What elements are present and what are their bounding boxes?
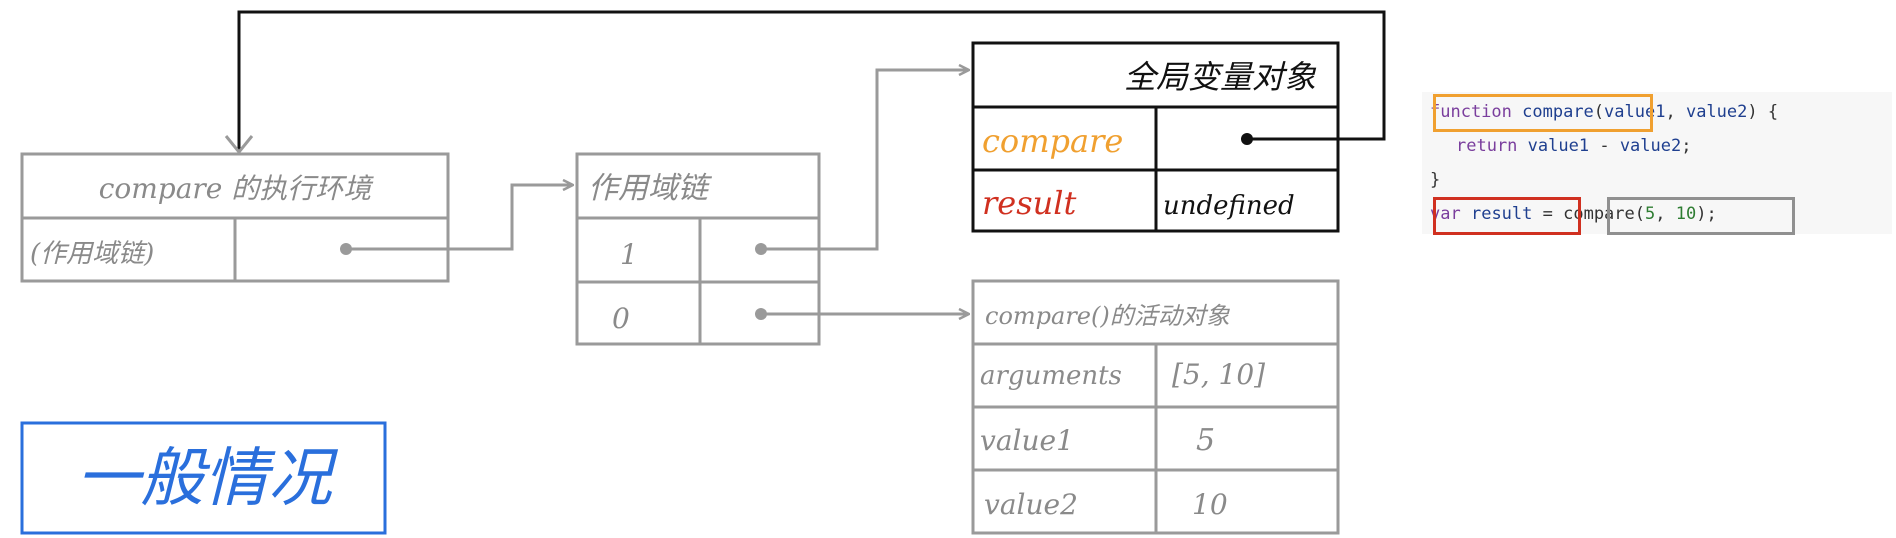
code-closing-brace: } [1430,170,1441,190]
highlight-function-compare [1433,94,1653,132]
activation-object-box: compare()的活动对象 arguments [5, 10] value1 … [971,279,1340,535]
activation-row-value1-name: value1 [980,424,1074,457]
diagram: compare 的执行环境 (作用域链) 作用域链 1 0 全局变量对象 com… [20,10,1386,535]
code-return-keyword: return [1456,136,1518,156]
code-param-value2: value2 [1685,102,1748,122]
caption-text: 一般情况 [76,442,339,516]
highlight-compare-call [1607,197,1795,235]
exec-context-row-label: (作用域链) [30,239,154,269]
scope-chain-index-0: 0 [612,302,630,335]
execution-context-box: compare 的执行环境 (作用域链) [20,152,450,283]
global-row-result-name: result [982,184,1077,222]
caption-box: 一般情况 [20,421,387,535]
activation-row-arguments-name: arguments [980,361,1122,391]
exec-context-title: compare 的执行环境 [99,172,375,205]
highlight-var-result [1433,197,1581,235]
activation-row-value2-name: value2 [984,488,1078,521]
global-object-title: 全局变量对象 [1124,58,1317,96]
activation-row-value1-value: 5 [1196,423,1215,458]
scope1-to-global-arrow [761,70,969,251]
scope-chain-index-1: 1 [620,238,638,271]
activation-object-title: compare()的活动对象 [985,302,1231,330]
global-variable-object-box: 全局变量对象 compare result undefined [971,41,1340,233]
code-return-b: value2 [1619,136,1682,156]
global-row-compare-name: compare [982,122,1123,160]
code-return-a: value1 [1527,136,1590,156]
scope-chain-title: 作用域链 [588,171,713,206]
code-line-3: } [1430,169,1440,191]
global-row-result-value: undefined [1163,191,1295,221]
code-line-2: return value1 - value2; [1456,136,1692,156]
activation-row-value2-value: 10 [1192,488,1228,521]
activation-row-arguments-value: [5, 10] [1172,358,1265,391]
